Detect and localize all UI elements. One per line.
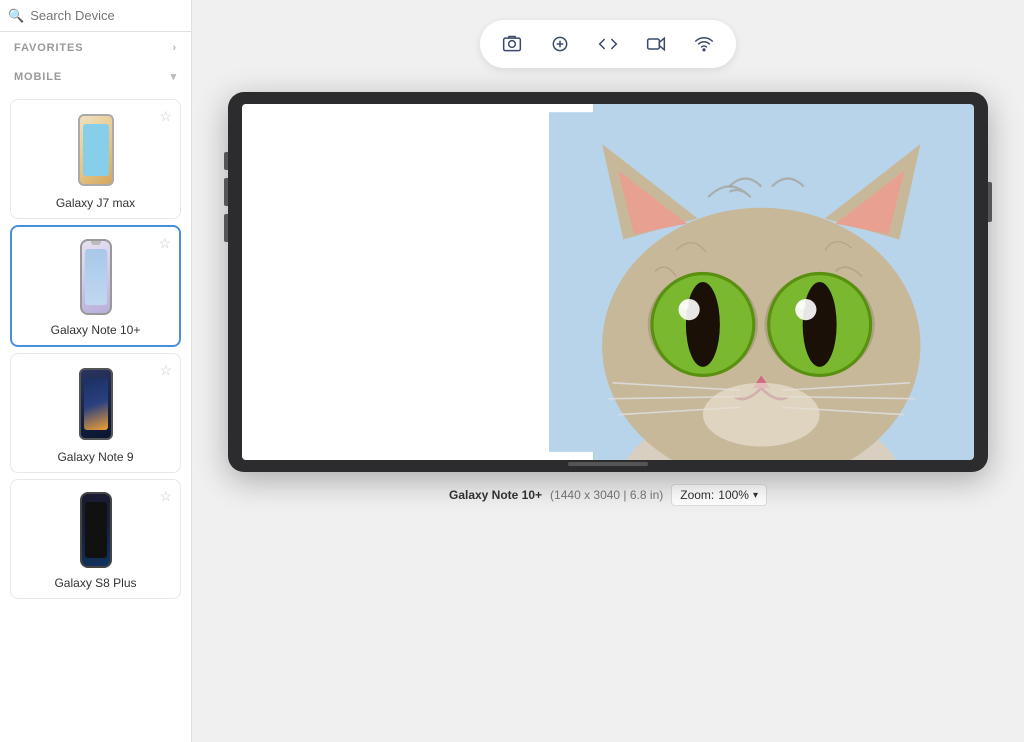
toolbar bbox=[480, 20, 736, 68]
main-content: Galaxy Note 10+ (1440 x 3040 | 6.8 in) Z… bbox=[192, 0, 1024, 742]
zoom-chevron-icon: ▾ bbox=[753, 490, 758, 501]
volume-up-button bbox=[224, 152, 228, 170]
device-card-galaxy-note-10-plus[interactable]: ☆ Galaxy Note 10+ bbox=[10, 225, 181, 347]
sidebar: 🔍 « FAVORITES › MOBILE ▾ ☆ Galaxy J7 max… bbox=[0, 0, 192, 742]
bixby-button bbox=[224, 214, 228, 242]
star-icon[interactable]: ☆ bbox=[159, 488, 172, 505]
zoom-control[interactable]: Zoom: 100% ▾ bbox=[671, 484, 767, 506]
device-image bbox=[80, 490, 112, 570]
inspect-button[interactable] bbox=[544, 28, 576, 60]
power-button bbox=[988, 182, 992, 222]
code-button[interactable] bbox=[592, 28, 624, 60]
search-input[interactable] bbox=[30, 8, 192, 23]
device-card-galaxy-j7-max[interactable]: ☆ Galaxy J7 max bbox=[10, 99, 181, 219]
cat-illustration bbox=[549, 104, 974, 460]
status-bar: Galaxy Note 10+ (1440 x 3040 | 6.8 in) Z… bbox=[449, 484, 767, 506]
star-icon[interactable]: ☆ bbox=[159, 108, 172, 125]
phone-shape bbox=[80, 492, 112, 568]
device-frame bbox=[228, 92, 988, 472]
screenshot-button[interactable] bbox=[496, 28, 528, 60]
phone-notch bbox=[91, 241, 101, 245]
favorites-chevron-icon: › bbox=[172, 42, 177, 54]
device-list: ☆ Galaxy J7 max ☆ Galaxy Note 10+ ☆ bbox=[0, 89, 191, 742]
device-specs: (1440 x 3040 | 6.8 in) bbox=[550, 488, 663, 502]
star-icon[interactable]: ☆ bbox=[159, 362, 172, 379]
device-screen bbox=[242, 104, 974, 460]
device-name: Galaxy J7 max bbox=[56, 196, 135, 210]
phone-shape bbox=[78, 114, 114, 186]
phone-shape bbox=[80, 239, 112, 315]
device-name: Galaxy S8 Plus bbox=[54, 576, 136, 590]
device-name: Galaxy Note 9 bbox=[57, 450, 133, 464]
star-icon[interactable]: ☆ bbox=[158, 235, 171, 252]
mobile-chevron-icon: ▾ bbox=[171, 70, 177, 83]
phone-screen bbox=[85, 502, 107, 558]
selected-device-label: Galaxy Note 10+ bbox=[449, 488, 542, 502]
phone-screen bbox=[83, 124, 109, 176]
device-image bbox=[78, 110, 114, 190]
phone-shape bbox=[79, 368, 113, 440]
mobile-section-header[interactable]: MOBILE ▾ bbox=[0, 60, 191, 89]
zoom-value: 100% bbox=[718, 488, 749, 502]
device-card-galaxy-note-9[interactable]: ☆ Galaxy Note 9 bbox=[10, 353, 181, 473]
volume-down-button bbox=[224, 178, 228, 206]
mobile-label: MOBILE bbox=[14, 71, 62, 83]
device-image bbox=[80, 237, 112, 317]
device-name: Galaxy Note 10+ bbox=[51, 323, 141, 337]
home-indicator bbox=[568, 462, 648, 466]
network-button[interactable] bbox=[688, 28, 720, 60]
screen-content-area bbox=[242, 104, 593, 460]
zoom-label: Zoom: bbox=[680, 488, 714, 502]
record-button[interactable] bbox=[640, 28, 672, 60]
phone-screen bbox=[85, 249, 107, 305]
phone-screen bbox=[84, 378, 108, 430]
favorites-section-header[interactable]: FAVORITES › bbox=[0, 32, 191, 60]
search-bar: 🔍 « bbox=[0, 0, 191, 32]
cat-image-area bbox=[549, 104, 974, 460]
favorites-label: FAVORITES bbox=[14, 42, 83, 54]
device-card-galaxy-s8-plus[interactable]: ☆ Galaxy S8 Plus bbox=[10, 479, 181, 599]
device-image bbox=[79, 364, 113, 444]
search-icon: 🔍 bbox=[8, 8, 24, 24]
device-frame-wrapper bbox=[228, 92, 988, 472]
